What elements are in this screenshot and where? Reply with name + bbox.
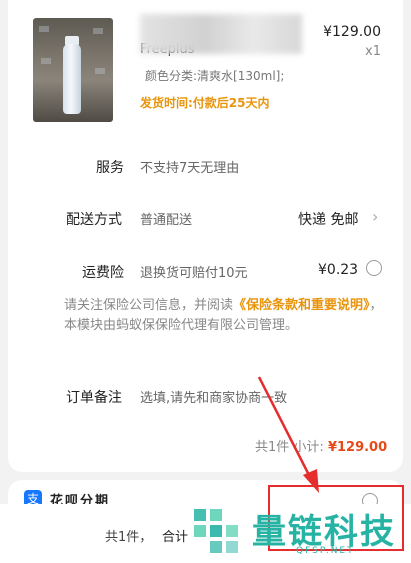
insurance-terms-link[interactable]: 《保险条款和重要说明》 bbox=[233, 298, 370, 313]
blurred-title-region bbox=[140, 14, 302, 54]
chevron-right-icon[interactable]: › bbox=[372, 207, 378, 226]
product-sku: 颜色分类:清爽水[130ml]; bbox=[145, 69, 285, 83]
product-quantity: x1 bbox=[365, 44, 381, 59]
insurance-label: 运费险 bbox=[82, 265, 124, 281]
delivery-label: 配送方式 bbox=[66, 212, 122, 228]
subtotal-amount: ¥129.00 bbox=[327, 440, 388, 455]
service-label: 服务 bbox=[96, 160, 124, 176]
product-price: ¥129.00 bbox=[323, 24, 381, 40]
notice-prefix: 请关注保险公司信息，并阅读 bbox=[64, 298, 234, 313]
watermark-logo-icon bbox=[194, 509, 238, 553]
delivery-value: 普通配送 bbox=[140, 213, 193, 228]
service-value: 不支持7天无理由 bbox=[140, 161, 240, 176]
ship-time: 发货时间:付款后25天内 bbox=[140, 96, 270, 110]
footer-total-label: 合计 bbox=[162, 530, 189, 545]
annotation-arrow bbox=[257, 376, 319, 493]
product-thumbnail[interactable] bbox=[33, 18, 113, 122]
delivery-option[interactable]: 快递 免邮 bbox=[298, 209, 358, 229]
remark-label: 订单备注 bbox=[66, 390, 122, 406]
insurance-price: ¥0.23 bbox=[318, 262, 359, 278]
footer-count: 共1件， bbox=[105, 530, 153, 545]
insurance-radio[interactable] bbox=[366, 260, 382, 276]
insurance-desc: 退换货可赔付10元 bbox=[140, 266, 248, 281]
insurance-notice: 请关注保险公司信息，并阅读《保险条款和重要说明》，本模块由蚂蚁保保险代理有限公司… bbox=[64, 296, 390, 336]
watermark-subtext: QFSP.NET bbox=[296, 546, 355, 556]
